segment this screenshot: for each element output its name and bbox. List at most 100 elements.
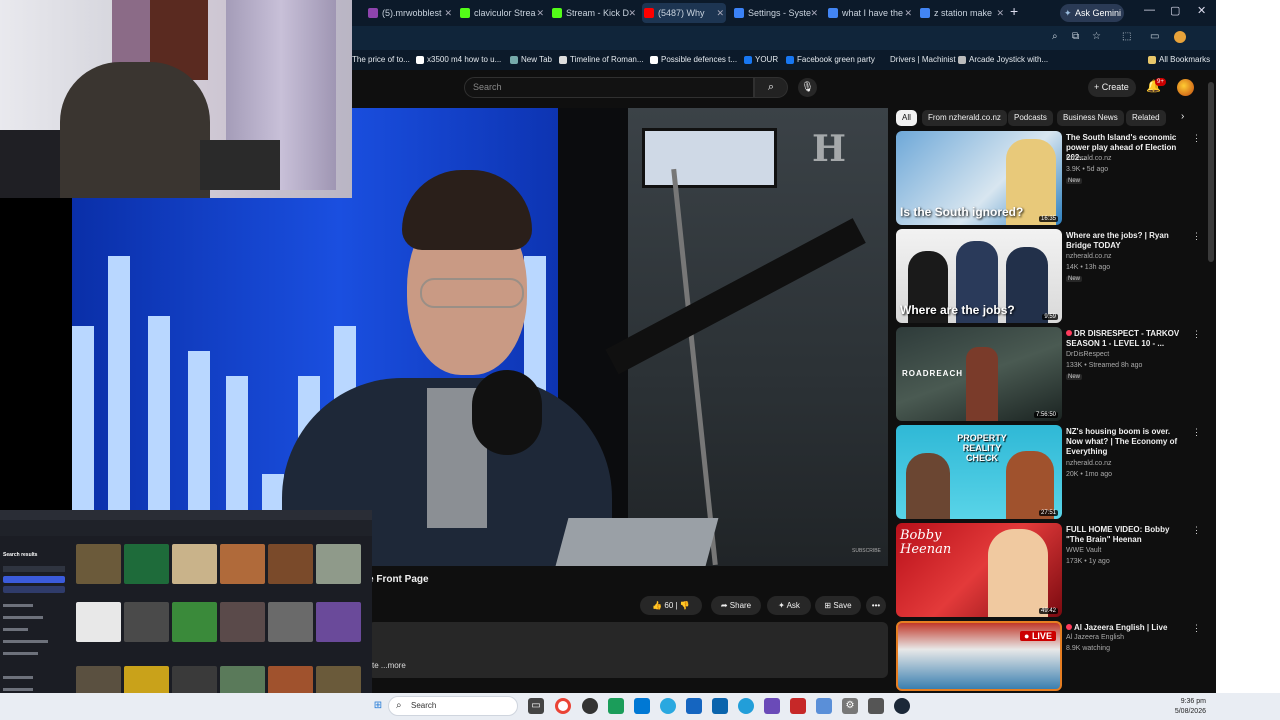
close-tab-icon[interactable]: ✕ bbox=[810, 3, 818, 23]
extensions-icon[interactable]: ⬚ bbox=[1122, 31, 1131, 42]
mini-listing-thumbnail[interactable] bbox=[220, 544, 265, 584]
app-icon[interactable] bbox=[712, 698, 728, 714]
edge-icon[interactable] bbox=[660, 698, 676, 714]
bookmark-item[interactable]: Timeline of Roman... bbox=[559, 53, 644, 67]
search-button[interactable]: ⌕ bbox=[754, 77, 788, 98]
browser-tab[interactable]: claviculor Strea ✕ bbox=[458, 3, 546, 23]
browser-tab[interactable]: Stream - Kick D ✕ bbox=[550, 3, 638, 23]
video-title[interactable]: DR DISRESPECT - TARKOV SEASON 1 - LEVEL … bbox=[1066, 329, 1188, 349]
steam-icon[interactable] bbox=[894, 698, 910, 714]
all-bookmarks[interactable]: All Bookmarks bbox=[1148, 53, 1210, 67]
browser-tab[interactable]: Settings - Syste ✕ bbox=[732, 3, 820, 23]
channel-name[interactable]: nzherald.co.nz bbox=[1066, 253, 1112, 260]
recommendation-item[interactable]: Bobby Heenan 49:42 FULL HOME VIDEO: Bobb… bbox=[896, 523, 1206, 617]
video-thumbnail[interactable]: Where are the jobs? 9:59 bbox=[896, 229, 1062, 323]
chip-podcasts[interactable]: Podcasts bbox=[1008, 110, 1053, 126]
bookmark-item[interactable]: Drivers | Machinist bbox=[890, 53, 956, 67]
app-icon[interactable] bbox=[634, 698, 650, 714]
taskbar-search[interactable]: ⌕ Search bbox=[388, 696, 518, 716]
video-thumbnail[interactable]: PROPERTY REALITY CHECK 27:51 bbox=[896, 425, 1062, 519]
recommendation-item[interactable]: ● LIVE Al Jazeera English | Live Al Jaze… bbox=[896, 621, 1206, 691]
app-icon[interactable] bbox=[608, 698, 624, 714]
install-icon[interactable]: ⧉ bbox=[1072, 31, 1079, 42]
profile-icon[interactable] bbox=[1174, 31, 1186, 43]
more-vert-icon[interactable]: ⋮ bbox=[1192, 133, 1201, 144]
browser-tab[interactable]: what I have the ✕ bbox=[826, 3, 914, 23]
chip-all[interactable]: All bbox=[896, 110, 917, 126]
close-tab-icon[interactable]: ✕ bbox=[904, 3, 912, 23]
bookmark-item[interactable]: x3500 m4 how to u... bbox=[416, 53, 501, 67]
bookmark-item[interactable]: Facebook green party bbox=[786, 53, 875, 67]
sidebar-scrollbar[interactable] bbox=[1208, 82, 1214, 262]
mini-primary-button[interactable] bbox=[3, 576, 65, 583]
save-button[interactable]: ⊞ Save bbox=[815, 596, 861, 615]
more-actions-button[interactable]: ••• bbox=[866, 596, 886, 615]
mini-listing-thumbnail[interactable] bbox=[124, 602, 169, 642]
ask-gemini-button[interactable]: ✦ Ask Gemini bbox=[1060, 4, 1124, 22]
channel-name[interactable]: Al Jazeera English bbox=[1066, 634, 1124, 641]
new-tab-icon[interactable]: + bbox=[1010, 3, 1018, 19]
zoom-icon[interactable]: ⌕ bbox=[1052, 31, 1058, 42]
bookmark-item[interactable]: Possible defences t... bbox=[650, 53, 737, 67]
sidepanel-icon[interactable]: ▭ bbox=[1150, 31, 1159, 42]
voice-search-button[interactable]: 🎙 bbox=[798, 78, 817, 97]
app-icon[interactable] bbox=[686, 698, 702, 714]
video-thumbnail[interactable]: ROADREACH 7:56:50 bbox=[896, 327, 1062, 421]
video-title[interactable]: NZ's housing boom is over. Now what? | T… bbox=[1066, 427, 1188, 457]
bookmark-star-icon[interactable]: ☆ bbox=[1092, 31, 1101, 42]
mini-listing-thumbnail[interactable] bbox=[76, 544, 121, 584]
video-title[interactable]: Al Jazeera English | Live bbox=[1066, 623, 1188, 633]
minimize-icon[interactable]: — bbox=[1144, 4, 1155, 16]
mini-listing-thumbnail[interactable] bbox=[316, 602, 361, 642]
bookmark-item[interactable]: Arcade Joystick with... bbox=[958, 53, 1048, 67]
avatar[interactable] bbox=[1177, 79, 1194, 96]
chip-from-channel[interactable]: From nzherald.co.nz bbox=[922, 110, 1007, 126]
channel-name[interactable]: nzherald.co.nz bbox=[1066, 155, 1112, 162]
mini-listing-thumbnail[interactable] bbox=[172, 602, 217, 642]
close-tab-icon[interactable]: ✕ bbox=[996, 3, 1004, 23]
chip-related[interactable]: Related bbox=[1126, 110, 1166, 126]
mini-listing-thumbnail[interactable] bbox=[316, 544, 361, 584]
more-vert-icon[interactable]: ⋮ bbox=[1192, 623, 1201, 634]
app-icon[interactable] bbox=[764, 698, 780, 714]
more-vert-icon[interactable]: ⋮ bbox=[1192, 231, 1201, 242]
chrome-icon[interactable] bbox=[555, 698, 571, 714]
ask-button[interactable]: ✦ Ask bbox=[767, 596, 811, 615]
close-tab-icon[interactable]: ✕ bbox=[716, 3, 724, 23]
bookmark-item[interactable]: YOUR bbox=[744, 53, 778, 67]
channel-name[interactable]: DrDisRespect bbox=[1066, 351, 1109, 358]
close-tab-icon[interactable]: ✕ bbox=[628, 3, 636, 23]
chevron-right-icon[interactable]: › bbox=[1181, 111, 1184, 122]
browser-tab[interactable]: (5).mrwobblest ✕ bbox=[366, 3, 454, 23]
channel-name[interactable]: nzherald.co.nz bbox=[1066, 460, 1112, 467]
channel-name[interactable]: WWE Vault bbox=[1066, 547, 1101, 554]
telegram-icon[interactable] bbox=[738, 698, 754, 714]
video-thumbnail[interactable]: Is the South ignored? 16:35 bbox=[896, 131, 1062, 225]
settings-icon[interactable]: ⚙ bbox=[842, 698, 858, 714]
video-thumbnail[interactable]: Bobby Heenan 49:42 bbox=[896, 523, 1062, 617]
maximize-icon[interactable]: ▢ bbox=[1170, 4, 1180, 17]
subscribe-watermark[interactable]: SUBSCRIBE bbox=[852, 548, 881, 554]
recommendation-item[interactable]: Where are the jobs? 9:59 Where are the j… bbox=[896, 229, 1206, 323]
mini-listing-thumbnail[interactable] bbox=[220, 602, 265, 642]
more-vert-icon[interactable]: ⋮ bbox=[1192, 427, 1201, 438]
search-input[interactable]: Search bbox=[464, 77, 754, 98]
bookmark-item[interactable]: The price of to... bbox=[352, 53, 410, 67]
address-bar[interactable] bbox=[352, 26, 1216, 50]
mini-listing-thumbnail[interactable] bbox=[76, 602, 121, 642]
close-tab-icon[interactable]: ✕ bbox=[536, 3, 544, 23]
bookmark-item[interactable]: New Tab bbox=[510, 53, 552, 67]
description-more[interactable]: te ...more bbox=[372, 661, 406, 670]
mini-search-input[interactable] bbox=[3, 566, 65, 572]
recommendation-item[interactable]: Is the South ignored? 16:35 The South Is… bbox=[896, 131, 1206, 225]
mini-listing-thumbnail[interactable] bbox=[268, 544, 313, 584]
video-thumbnail[interactable]: ● LIVE bbox=[896, 621, 1062, 691]
browser-tab-active[interactable]: (5487) Why ✕ bbox=[642, 3, 726, 23]
close-tab-icon[interactable]: ✕ bbox=[444, 3, 452, 23]
taskbar-clock[interactable]: 9:36 pm 5/08/2026 bbox=[1170, 697, 1206, 717]
description-box[interactable] bbox=[368, 622, 888, 678]
mini-listing-thumbnail[interactable] bbox=[124, 544, 169, 584]
more-vert-icon[interactable]: ⋮ bbox=[1192, 525, 1201, 536]
recommendation-item[interactable]: ROADREACH 7:56:50 DR DISRESPECT - TARKOV… bbox=[896, 327, 1206, 421]
video-title[interactable]: Where are the jobs? | Ryan Bridge TODAY bbox=[1066, 231, 1188, 251]
